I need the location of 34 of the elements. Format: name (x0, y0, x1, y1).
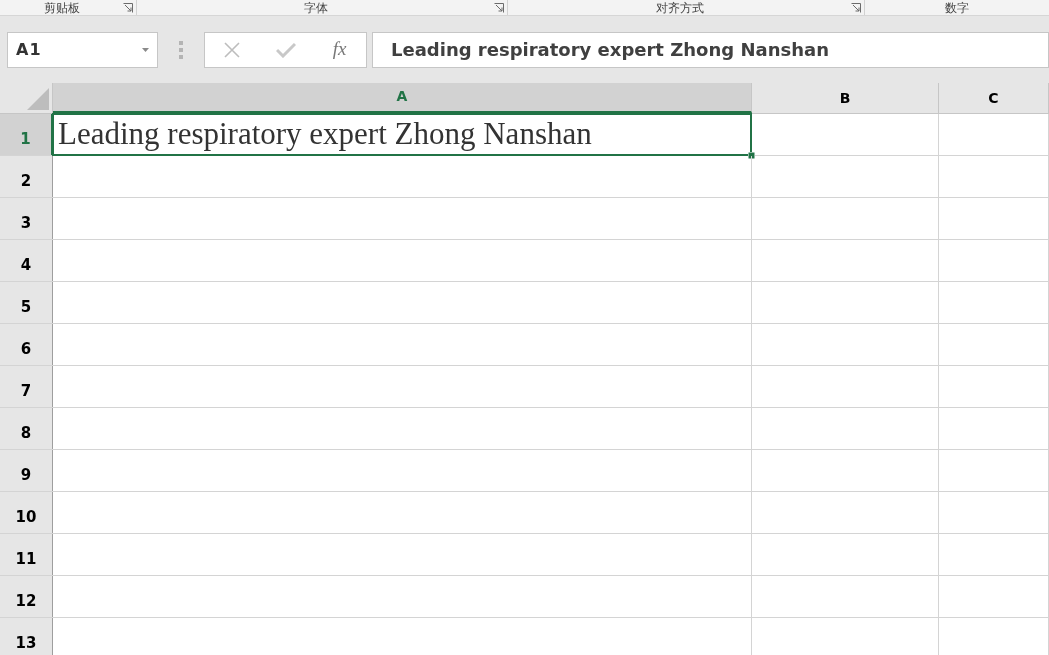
ribbon-group-label: 对齐方式 (654, 0, 705, 15)
row-header[interactable]: 2 (0, 156, 53, 197)
column-header[interactable]: C (939, 83, 1049, 113)
ribbon-group-label: 字体 (302, 0, 329, 15)
formula-input[interactable]: Leading respiratory expert Zhong Nanshan (372, 31, 1049, 68)
cell-text: Leading respiratory expert Zhong Nanshan (58, 116, 592, 152)
row-header[interactable]: 4 (0, 240, 53, 281)
name-box-value: A1 (16, 38, 43, 61)
row-header[interactable]: 3 (0, 198, 53, 239)
formula-value: Leading respiratory expert Zhong Nanshan (391, 38, 829, 62)
table-cell[interactable]: Leading respiratory expert Zhong Nanshan (52, 113, 752, 156)
row-header[interactable]: 12 (0, 576, 53, 617)
dialog-launcher-icon[interactable] (123, 2, 133, 13)
row-header[interactable]: 9 (0, 450, 53, 491)
row-header[interactable]: 1 (0, 114, 53, 155)
fill-handle-icon[interactable] (748, 152, 755, 159)
ribbon-group-label: 数字 (944, 0, 970, 15)
row-header[interactable]: 10 (0, 492, 53, 533)
column-header[interactable]: B (752, 83, 939, 113)
ribbon-group-label: 剪贴板 (42, 0, 81, 15)
row-header[interactable]: 11 (0, 534, 53, 575)
row-header[interactable]: 5 (0, 282, 53, 323)
dropdown-caret-icon[interactable] (142, 47, 149, 52)
row-header[interactable]: 6 (0, 324, 53, 365)
vertical-dots-icon[interactable] (179, 40, 183, 59)
column-header[interactable]: A (53, 83, 752, 113)
dialog-launcher-icon[interactable] (851, 2, 861, 13)
row-header[interactable]: 7 (0, 366, 53, 407)
dialog-launcher-icon[interactable] (494, 2, 504, 13)
name-box[interactable]: A1 (7, 31, 158, 68)
row-header[interactable]: 13 (0, 618, 53, 655)
close-icon (224, 41, 240, 58)
row-header[interactable]: 8 (0, 408, 53, 449)
checkmark-icon (276, 41, 296, 58)
